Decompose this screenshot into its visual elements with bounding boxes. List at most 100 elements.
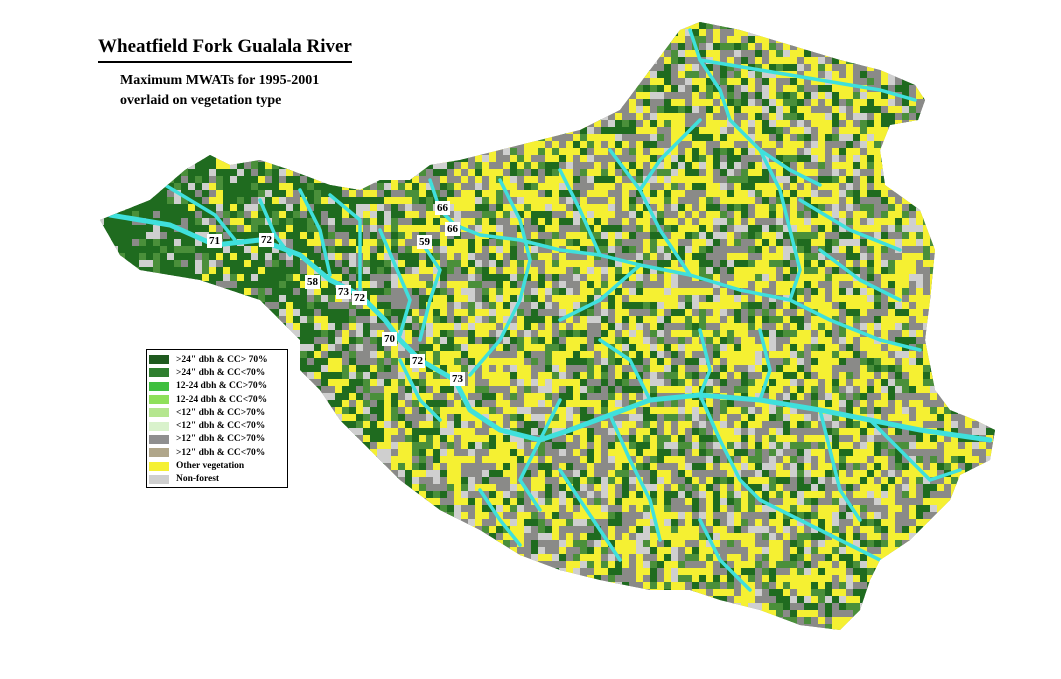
vegetation-patch: [377, 99, 386, 110]
vegetation-patch: [405, 43, 412, 51]
vegetation-patch: [405, 204, 413, 211]
vegetation-patch: [629, 127, 636, 135]
vegetation-patch: [755, 127, 763, 135]
vegetation-patch: [552, 225, 559, 232]
vegetation-patch: [328, 155, 338, 163]
vegetation-patch: [846, 113, 854, 121]
vegetation-patch: [496, 106, 506, 114]
vegetation-patch: [643, 36, 650, 44]
vegetation-patch: [426, 64, 436, 74]
vegetation-patch: [370, 99, 381, 110]
vegetation-patch: [342, 176, 350, 185]
vegetation-patch: [412, 36, 421, 43]
vegetation-patch: [230, 127, 239, 135]
vegetation-patch: [797, 22, 804, 31]
vegetation-patch: [615, 64, 623, 72]
vegetation-patch: [594, 127, 601, 134]
vegetation-patch: [713, 106, 721, 114]
vegetation-patch: [587, 162, 594, 170]
vegetation-patch: [629, 64, 640, 75]
vegetation-patch: [839, 43, 850, 51]
vegetation-patch: [909, 78, 920, 86]
vegetation-patch: [524, 36, 534, 46]
vegetation-patch: [986, 239, 994, 248]
vegetation-patch: [496, 120, 507, 128]
vegetation-patch: [258, 29, 268, 36]
vegetation-patch: [398, 211, 406, 219]
vegetation-patch: [265, 22, 274, 24]
vegetation-patch: [286, 176, 294, 184]
vegetation-patch: [909, 22, 916, 25]
vegetation-patch: [195, 113, 204, 124]
vegetation-patch: [167, 169, 176, 179]
vegetation-patch: [1000, 64, 1010, 72]
vegetation-patch: [223, 127, 232, 136]
vegetation-patch: [111, 155, 118, 164]
vegetation-patch: [503, 43, 511, 53]
vegetation-patch: [153, 22, 162, 24]
vegetation-patch: [258, 141, 265, 148]
vegetation-patch: [405, 120, 414, 130]
vegetation-patch: [545, 36, 553, 45]
vegetation-patch: [398, 50, 407, 61]
vegetation-patch: [965, 183, 974, 190]
vegetation-patch: [951, 253, 961, 263]
vegetation-patch: [965, 253, 974, 261]
vegetation-patch: [391, 78, 398, 87]
vegetation-patch: [958, 162, 968, 170]
vegetation-patch: [874, 22, 882, 26]
vegetation-patch: [1007, 211, 1017, 218]
vegetation-patch: [265, 113, 274, 122]
vegetation-patch: [713, 162, 721, 169]
vegetation-patch: [384, 78, 391, 86]
vegetation-patch: [944, 211, 953, 220]
vegetation-patch: [545, 78, 554, 88]
vegetation-patch: [209, 64, 216, 71]
vegetation-patch: [573, 50, 580, 60]
vegetation-patch: [881, 71, 889, 79]
vegetation-patch: [993, 183, 995, 191]
vegetation-patch: [622, 71, 631, 82]
vegetation-patch: [979, 148, 987, 157]
vegetation-patch: [181, 120, 191, 131]
vegetation-patch: [363, 127, 373, 137]
vegetation-patch: [895, 169, 905, 178]
vegetation-patch: [972, 71, 979, 78]
vegetation-patch: [552, 218, 560, 225]
vegetation-patch: [377, 155, 386, 164]
vegetation-patch: [895, 155, 905, 164]
vegetation-patch: [510, 57, 519, 65]
vegetation-patch: [461, 78, 470, 87]
vegetation-patch: [370, 22, 380, 23]
vegetation-patch: [587, 36, 597, 46]
vegetation-patch: [412, 148, 422, 158]
vegetation-patch: [608, 78, 618, 88]
vegetation-patch: [825, 22, 832, 26]
vegetation-patch: [993, 85, 995, 96]
vegetation-patch: [335, 22, 343, 30]
vegetation-patch: [195, 148, 205, 158]
vegetation-patch: [979, 176, 988, 184]
vegetation-patch: [167, 162, 175, 173]
vegetation-patch: [475, 85, 482, 93]
vegetation-patch: [860, 71, 868, 78]
vegetation-patch: [111, 85, 119, 95]
vegetation-patch: [937, 85, 944, 94]
vegetation-patch: [909, 29, 917, 40]
vegetation-patch: [993, 169, 995, 179]
vegetation-patch: [601, 22, 609, 26]
vegetation-patch: [100, 169, 107, 177]
vegetation-patch: [566, 78, 574, 85]
vegetation-patch: [426, 127, 434, 136]
vegetation-patch: [657, 43, 664, 53]
vegetation-patch: [482, 99, 490, 108]
vegetation-patch: [328, 113, 335, 123]
vegetation-patch: [538, 50, 548, 60]
vegetation-patch: [797, 22, 806, 24]
vegetation-patch: [951, 36, 962, 43]
vegetation-patch: [573, 64, 583, 73]
vegetation-patch: [706, 141, 714, 149]
vegetation-patch: [419, 22, 427, 23]
vegetation-patch: [902, 183, 912, 192]
vegetation-patch: [846, 29, 855, 37]
